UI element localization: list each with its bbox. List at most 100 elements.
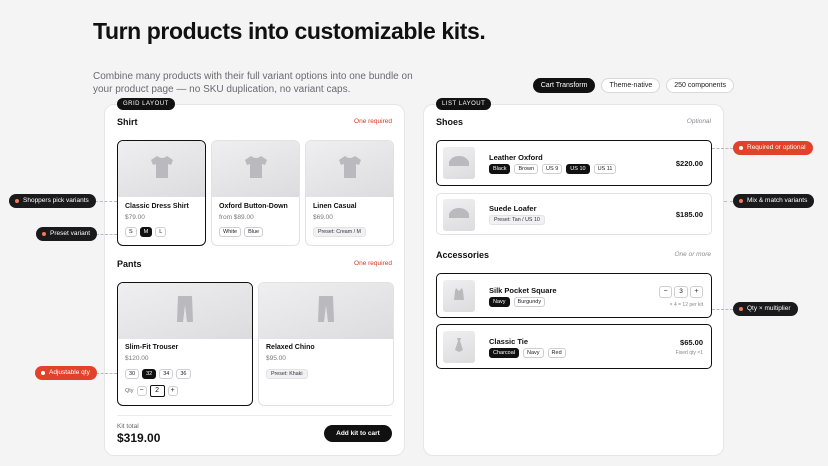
footer-divider	[117, 415, 392, 416]
color-option-red[interactable]: Red	[547, 348, 566, 358]
color-options: Charcoal Navy Red	[489, 348, 566, 358]
size-option-s[interactable]: S	[125, 227, 137, 237]
page-subtitle: Combine many products with their full va…	[93, 71, 413, 95]
color-option-navy-selected[interactable]: Navy	[489, 297, 510, 307]
callout-leader	[724, 201, 733, 202]
color-option-blue[interactable]: Blue	[244, 227, 264, 237]
list-item-silk-pocket-square[interactable]: Silk Pocket Square Navy Burgundy − 3 + ×…	[436, 273, 712, 318]
size-option-m-selected[interactable]: M	[139, 227, 153, 237]
add-kit-to-cart-button[interactable]: Add kit to cart	[324, 425, 392, 442]
shirt-icon	[243, 155, 269, 184]
color-option-charcoal-selected[interactable]: Charcoal	[489, 348, 520, 358]
size-option-30[interactable]: 30	[125, 369, 140, 379]
product-name: Silk Pocket Square	[489, 286, 557, 295]
product-thumbnail	[443, 147, 475, 179]
accessories-section-title: Accessories	[436, 250, 490, 260]
color-option-navy[interactable]: Navy	[523, 348, 544, 358]
product-name: Leather Oxford	[489, 153, 543, 162]
callout-leader	[96, 373, 117, 374]
qty-decrease-button[interactable]: −	[136, 386, 147, 396]
pants-required-note: One required	[354, 260, 392, 267]
product-price: $65.00	[680, 338, 703, 347]
size-option-us9[interactable]: US 9	[542, 164, 563, 174]
tie-icon	[454, 337, 464, 358]
pants-icon	[317, 295, 335, 328]
size-option-us11[interactable]: US 11	[593, 164, 617, 174]
shoes-optional-note: Optional	[686, 118, 711, 125]
pants-section-title: Pants	[117, 259, 142, 269]
qty-increase-button[interactable]: +	[690, 286, 703, 298]
product-card-relaxed-chino[interactable]: Relaxed Chino $95.00 Preset: Khaki	[258, 282, 394, 406]
callout-text: Required or optional	[747, 144, 806, 151]
shirt-required-note: One required	[354, 118, 392, 125]
callout-dot	[739, 307, 743, 311]
list-layout-panel: LIST LAYOUT Shoes Optional Leather Oxfor…	[423, 98, 724, 456]
product-name: Relaxed Chino	[266, 344, 315, 351]
callout-leader	[712, 309, 733, 310]
product-thumbnail	[443, 199, 475, 231]
size-option-36[interactable]: 36	[176, 369, 191, 379]
product-card-oxford-button-down[interactable]: Oxford Button-Down from $89.00 White Blu…	[211, 140, 300, 246]
callout-adjustable-qty: Adjustable qty	[35, 366, 97, 380]
callout-dot	[739, 199, 743, 203]
product-card-linen-casual[interactable]: Linen Casual $69.00 Preset: Cream / M	[305, 140, 394, 246]
size-option-32-selected[interactable]: 32	[142, 369, 157, 379]
callout-leader	[95, 201, 117, 202]
grid-layout-tag: GRID LAYOUT	[117, 98, 175, 110]
shirt-icon	[337, 155, 363, 184]
preset-badge: Preset: Tan / US 10	[489, 215, 545, 225]
quantity-stepper: Qty − 2 +	[125, 385, 178, 397]
callout-text: Qty × multiplier	[747, 305, 791, 312]
pill-components: 250 components	[666, 78, 734, 93]
color-options: White Blue	[219, 227, 264, 237]
shoe-icon	[448, 206, 470, 224]
color-option-black-selected[interactable]: Black	[489, 164, 511, 174]
shirt-section-title: Shirt	[117, 117, 138, 127]
callout-leader	[96, 234, 117, 235]
callout-mix-match-variants: Mix & match variants	[733, 194, 815, 208]
list-layout-tag: LIST LAYOUT	[436, 98, 492, 110]
kit-total-label: Kit total	[117, 423, 139, 430]
qty-value[interactable]: 3	[674, 286, 688, 298]
callout-text: Shoppers pick variants	[23, 197, 89, 204]
product-card-classic-dress-shirt[interactable]: Classic Dress Shirt $79.00 S M L	[117, 140, 206, 246]
qty-label: Qty	[125, 388, 134, 394]
size-option-l[interactable]: L	[155, 227, 167, 237]
product-price: $69.00	[313, 214, 333, 221]
product-card-slim-fit-trouser[interactable]: Slim-Fit Trouser $120.00 30 32 34 36 Qty…	[117, 282, 253, 406]
qty-increase-button[interactable]: +	[167, 386, 178, 396]
size-option-us10-selected[interactable]: US 10	[566, 164, 590, 174]
product-thumbnail	[118, 141, 205, 197]
fixed-qty-note: Fixed qty ×1	[675, 350, 703, 356]
product-thumbnail	[443, 331, 475, 363]
callout-text: Mix & match variants	[747, 197, 808, 204]
shoes-section-title: Shoes	[436, 117, 464, 127]
product-name: Classic Tie	[489, 337, 529, 346]
color-option-burgundy[interactable]: Burgundy	[513, 297, 546, 307]
callout-dot	[15, 199, 19, 203]
product-name: Suede Loafer	[489, 204, 537, 213]
product-price: $120.00	[125, 355, 149, 362]
list-item-leather-oxford[interactable]: Leather Oxford Black Brown US 9 US 10 US…	[436, 140, 712, 186]
pill-theme-native: Theme-native	[601, 78, 661, 93]
kit-total-value: $319.00	[117, 431, 161, 445]
shirt-icon	[149, 155, 175, 184]
callout-text: Adjustable qty	[49, 369, 90, 376]
feature-pills: Cart Transform Theme-native 250 componen…	[532, 78, 734, 93]
list-item-suede-loafer[interactable]: Suede Loafer Preset: Tan / US 10 $185.00	[436, 193, 712, 235]
product-thumbnail	[118, 283, 252, 339]
list-item-classic-tie[interactable]: Classic Tie Charcoal Navy Red $65.00 Fix…	[436, 324, 712, 369]
callout-text: Preset variant	[50, 230, 91, 237]
callout-dot	[739, 146, 743, 150]
product-thumbnail	[259, 283, 393, 339]
color-option-white[interactable]: White	[219, 227, 242, 237]
callout-preset-variant: Preset variant	[36, 227, 98, 241]
size-options: 30 32 34 36	[125, 369, 191, 379]
quantity-stepper: − 3 +	[659, 286, 703, 298]
size-option-34[interactable]: 34	[159, 369, 174, 379]
product-name: Classic Dress Shirt	[125, 203, 189, 210]
qty-value[interactable]: 2	[149, 385, 165, 397]
color-option-brown[interactable]: Brown	[514, 164, 539, 174]
pill-cart-transform: Cart Transform	[532, 78, 596, 93]
qty-decrease-button[interactable]: −	[659, 286, 672, 298]
